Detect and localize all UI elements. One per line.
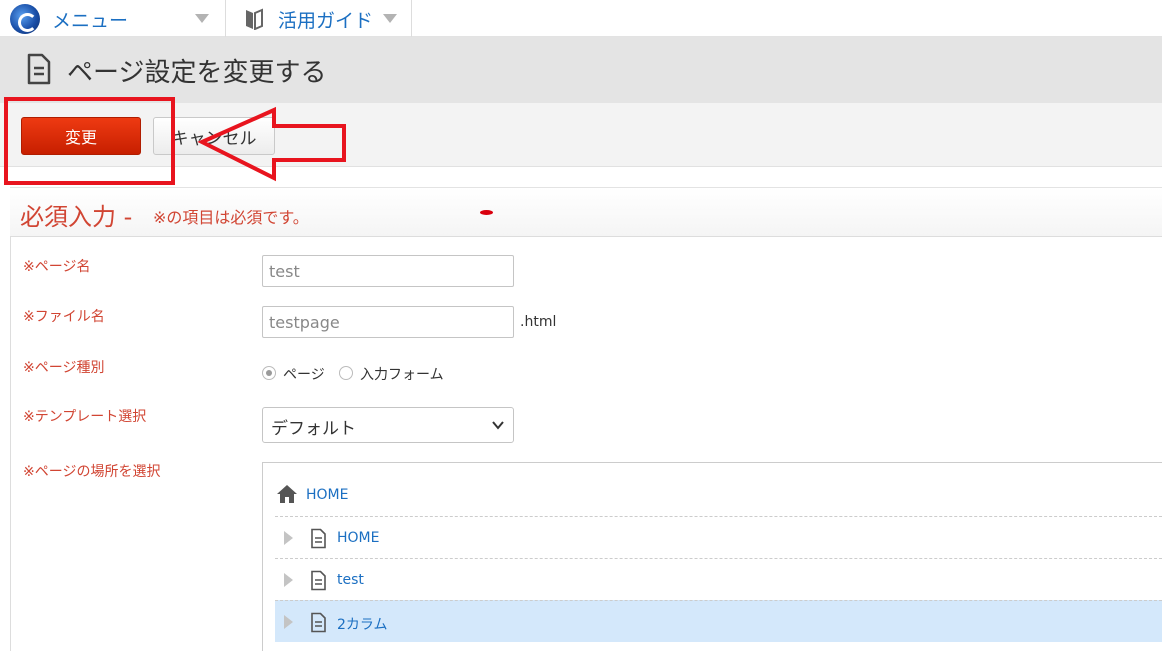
app-logo-icon xyxy=(10,4,40,34)
tree-item-label: HOME xyxy=(337,530,380,546)
page-name-label: ※ページ名 xyxy=(23,259,91,275)
document-icon xyxy=(311,570,326,591)
annotation-mark xyxy=(480,210,493,215)
action-toolbar: 変更 キャンセル xyxy=(0,103,1162,167)
page-type-option-page: ページ xyxy=(283,367,325,383)
expand-triangle-icon[interactable] xyxy=(284,573,293,587)
page-type-option-form: 入力フォーム xyxy=(360,367,444,383)
top-menu-bar: メニュー 活用ガイド xyxy=(0,0,1162,37)
file-name-input[interactable] xyxy=(262,306,514,338)
file-name-label: ※ファイル名 xyxy=(23,309,105,325)
chevron-down-icon xyxy=(195,14,209,23)
section-note: ※の項目は必須です。 xyxy=(153,208,309,227)
template-label: ※テンプレート選択 xyxy=(23,409,147,425)
document-icon xyxy=(27,53,51,85)
chevron-down-icon xyxy=(492,421,504,430)
tree-item-label: test xyxy=(337,572,364,588)
change-button[interactable]: 変更 xyxy=(21,117,141,155)
guide-menu-button[interactable]: 活用ガイド xyxy=(226,0,412,37)
main-menu-label: メニュー xyxy=(52,10,129,32)
location-label: ※ページの場所を選択 xyxy=(23,464,161,480)
document-icon xyxy=(311,612,326,633)
page-header: ページ設定を変更する xyxy=(0,37,1162,103)
main-menu-button[interactable]: メニュー xyxy=(0,0,226,37)
tree-item-selected[interactable]: 2カラム xyxy=(275,600,1162,642)
page-type-radio-form[interactable] xyxy=(339,366,353,380)
page-name-input[interactable] xyxy=(262,255,514,287)
guide-menu-label: 活用ガイド xyxy=(278,10,374,32)
page-title: ページ設定を変更する xyxy=(67,58,327,88)
page-type-label: ※ページ種別 xyxy=(23,360,105,376)
page-type-radio-page[interactable] xyxy=(262,366,276,380)
template-select-value: デフォルト xyxy=(271,419,356,439)
document-icon xyxy=(311,528,326,549)
tree-root-home[interactable]: HOME xyxy=(306,487,348,503)
tree-item[interactable]: test xyxy=(275,558,1162,600)
tree-item-label: 2カラム xyxy=(337,617,388,633)
expand-triangle-icon[interactable] xyxy=(284,615,293,629)
tree-item[interactable]: HOME xyxy=(275,516,1162,558)
expand-triangle-icon[interactable] xyxy=(284,531,293,545)
cancel-button[interactable]: キャンセル xyxy=(153,117,275,155)
file-extension: .html xyxy=(520,314,557,330)
home-icon xyxy=(277,485,297,503)
book-icon xyxy=(246,8,263,30)
template-select[interactable]: デフォルト xyxy=(262,407,514,443)
required-section-header: 必須入力 - ※の項目は必須です。 xyxy=(10,187,1162,237)
chevron-down-icon xyxy=(383,14,397,23)
section-title: 必須入力 - xyxy=(20,203,133,231)
